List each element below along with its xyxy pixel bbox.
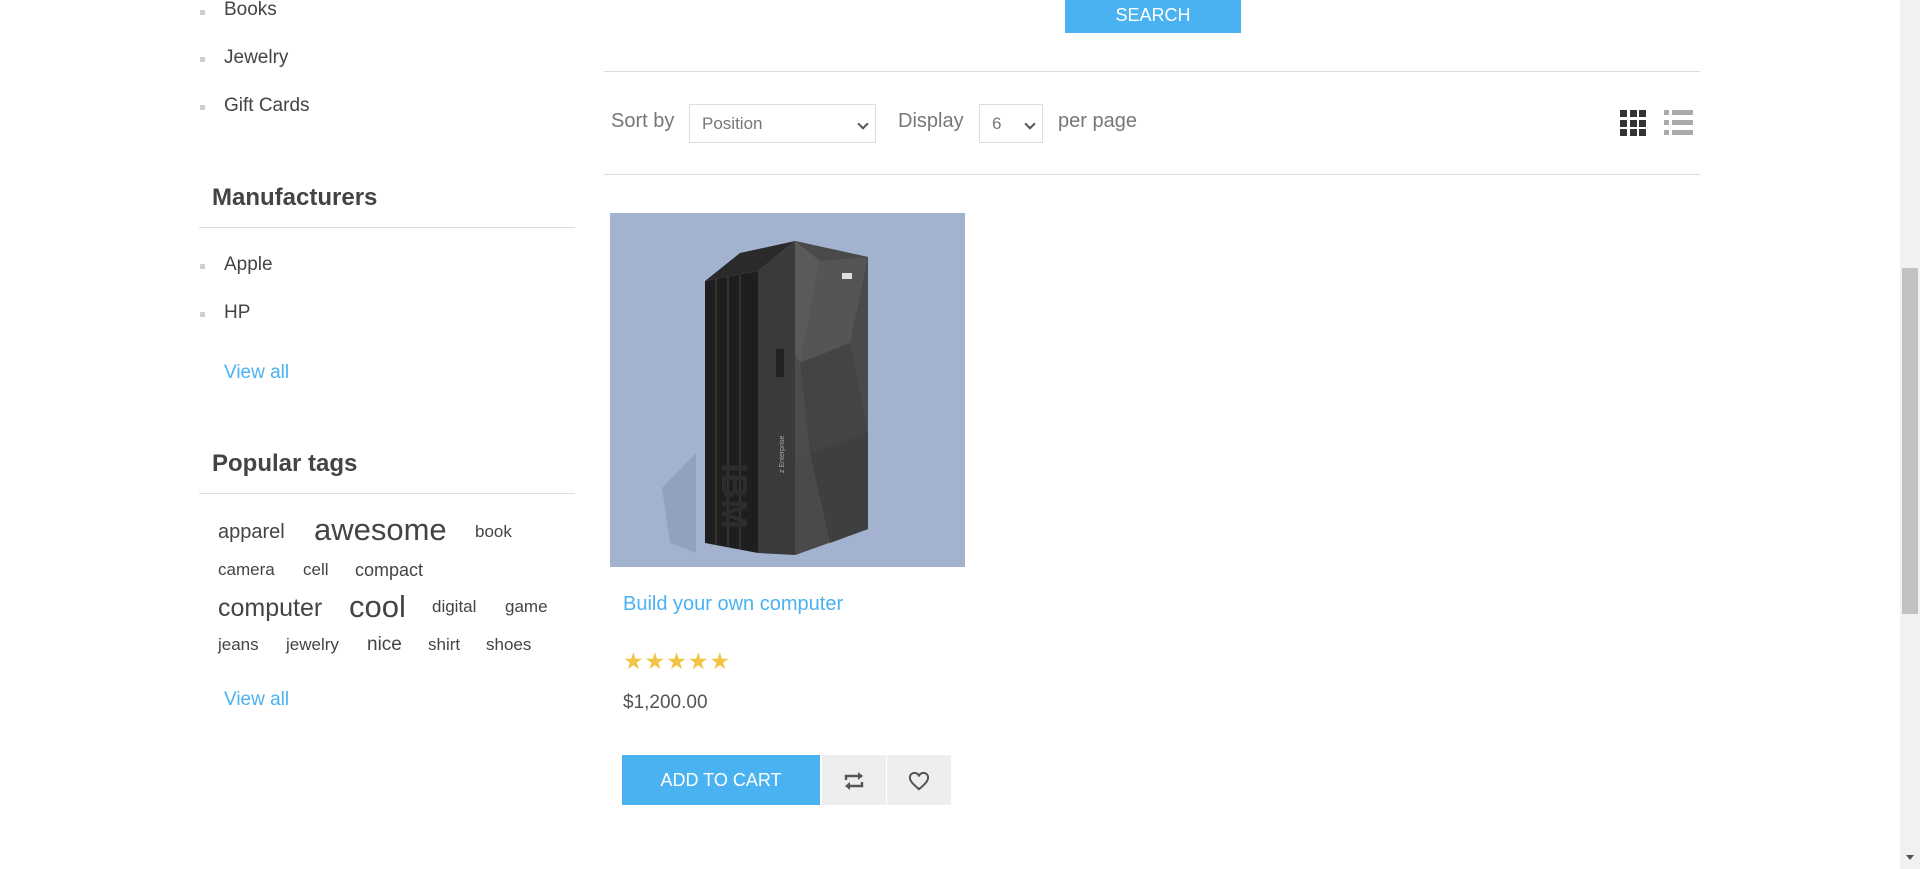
add-to-wishlist-button[interactable] [887,755,951,805]
tag-apparel[interactable]: apparel [218,521,285,544]
popular-tags-title: Popular tags [212,450,358,477]
tag-book[interactable]: book [475,522,512,542]
manufacturers-title: Manufacturers [212,184,378,211]
server-image: IBM z Enterprise [662,241,868,555]
scroll-down-arrow-icon[interactable] [1906,855,1914,860]
divider [199,227,575,228]
page-size-select[interactable]: 6 [979,104,1043,143]
manufacturer-label: HP [224,302,251,323]
bullet [200,264,205,269]
tag-shoes[interactable]: shoes [486,635,531,655]
divider [604,71,1700,72]
add-to-cart-button[interactable]: ADD TO CART [622,755,820,805]
product-title-link[interactable]: Build your own computer [623,593,843,616]
bullet [200,57,205,62]
tag-cool[interactable]: cool [349,589,406,625]
image-logo-text: IBM [714,463,755,529]
tag-computer[interactable]: computer [218,594,322,623]
star-icon: ★ [687,648,710,674]
product-image[interactable]: IBM z Enterprise [610,213,965,567]
category-label: Jewelry [224,47,289,68]
manufacturer-label: Apple [224,254,273,275]
tags-view-all-link[interactable]: View all [224,689,289,711]
add-to-compare-button[interactable] [822,755,886,805]
star-icon: ★ [623,648,645,674]
list-view-icon[interactable] [1664,110,1693,136]
image-side-text: z Enterprise [779,436,786,473]
display-label: Display [898,110,964,132]
manufacturers-view-all-link[interactable]: View all [224,362,289,384]
tag-game[interactable]: game [505,597,548,617]
star-icon: ★ [644,648,667,674]
tag-awesome[interactable]: awesome [314,512,447,548]
star-icon: ★ [666,648,688,674]
tag-jeans[interactable]: jeans [218,635,259,655]
tag-cell[interactable]: cell [303,560,329,580]
search-button[interactable]: SEARCH [1065,0,1241,33]
category-label: Gift Cards [224,95,310,116]
bullet [200,312,205,317]
tag-jewelry[interactable]: jewelry [286,635,339,655]
sort-by-select[interactable]: Position [689,104,876,143]
tag-camera[interactable]: camera [218,560,275,580]
bullet [200,105,205,110]
chevron-down-icon [857,118,869,130]
per-page-label: per page [1058,110,1137,132]
grid-view-icon[interactable] [1620,110,1646,136]
star-icon: ★ [709,648,732,674]
compare-icon [844,771,864,790]
bullet [200,10,205,15]
sort-by-label: Sort by [611,110,675,132]
page-size-value: 6 [992,114,1002,133]
divider [604,174,1700,175]
heart-icon [908,771,930,790]
tag-shirt[interactable]: shirt [428,635,460,655]
divider [199,493,575,494]
product-price: $1,200.00 [623,692,708,713]
scrollbar-thumb[interactable] [1902,268,1918,614]
tag-digital[interactable]: digital [432,597,476,617]
sort-by-value: Position [702,114,763,133]
tag-compact[interactable]: compact [355,560,423,581]
rating-stars: ★★★★★ [623,648,731,675]
chevron-down-icon [1024,118,1036,130]
category-label: Books [224,0,277,20]
tag-nice[interactable]: nice [367,634,402,656]
